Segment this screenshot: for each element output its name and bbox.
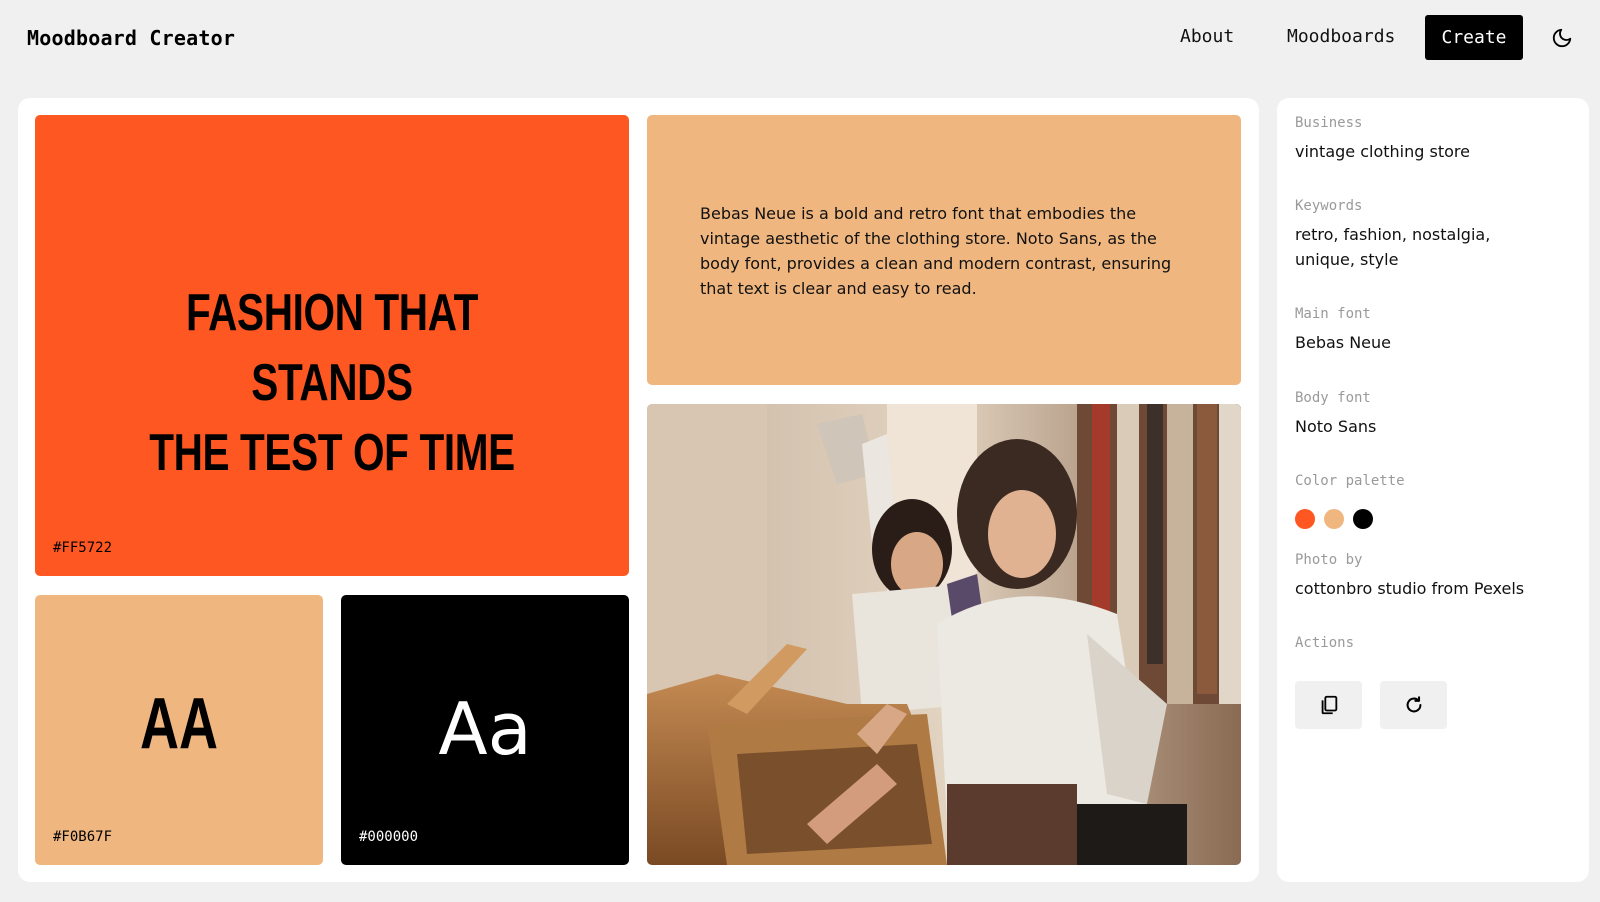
moodboard: Fashion that stands the test of time #FF… [18, 98, 1259, 882]
refresh-icon [1406, 696, 1421, 713]
keywords-value: retro, fashion, nostalgia, unique, style [1295, 225, 1491, 269]
body-font-sample: Aa [438, 687, 532, 771]
photo-credit-value: cottonbro studio from Pexels [1295, 579, 1525, 598]
copy-button[interactable] [1295, 681, 1362, 729]
copy-icon [1321, 695, 1337, 715]
main-font-sample: AA [140, 684, 218, 764]
body-font-label: Body font [1295, 390, 1371, 406]
color-hex-label: #FF5722 [53, 540, 113, 556]
app-title: Moodboard Creator [27, 26, 236, 50]
business-value: vintage clothing store [1295, 142, 1470, 161]
actions-label: Actions [1295, 635, 1355, 651]
regenerate-button[interactable] [1380, 681, 1447, 729]
color-palette-label: Color palette [1295, 473, 1405, 489]
description-tile: Bebas Neue is a bold and retro font that… [647, 115, 1241, 385]
main-font-label: Main font [1295, 306, 1371, 322]
moon-icon[interactable] [1551, 27, 1573, 49]
palette-swatch[interactable] [1353, 509, 1373, 529]
headline-line-2: the test of time [149, 424, 515, 482]
details-panel: Business vintage clothing store Keywords… [1277, 98, 1589, 882]
headline-tile: Fashion that stands the test of time #FF… [35, 115, 629, 576]
font-description: Bebas Neue is a bold and retro font that… [700, 204, 1172, 298]
color-hex-label: #000000 [359, 829, 419, 845]
moodboard-photo [647, 404, 1241, 865]
create-button[interactable]: Create [1425, 15, 1523, 60]
palette-swatch[interactable] [1295, 509, 1315, 529]
photo-credit-label: Photo by [1295, 552, 1363, 568]
body-font-value: Noto Sans [1295, 417, 1377, 436]
headline-line-1: Fashion that stands [185, 284, 478, 412]
nav-about-link[interactable]: About [1180, 26, 1234, 47]
color-hex-label: #F0B67F [53, 829, 113, 845]
body-font-sample-tile: Aa #000000 [341, 595, 629, 865]
main-font-sample-tile: AA #F0B67F [35, 595, 323, 865]
headline-text: Fashion that stands the test of time [100, 278, 563, 488]
business-label: Business [1295, 115, 1363, 131]
palette-swatch[interactable] [1324, 509, 1344, 529]
main-font-value: Bebas Neue [1295, 333, 1391, 352]
nav-moodboards-link[interactable]: Moodboards [1287, 26, 1395, 47]
keywords-label: Keywords [1295, 198, 1363, 214]
